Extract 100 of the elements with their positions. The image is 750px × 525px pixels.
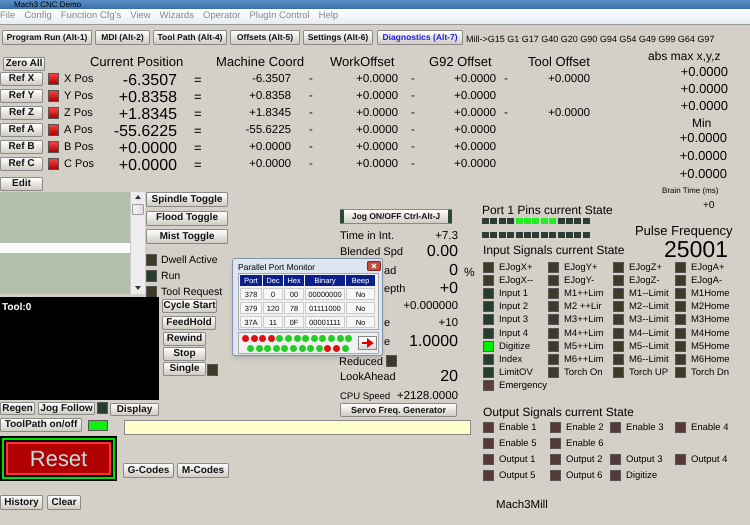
mcodes-button[interactable]: M-Codes xyxy=(177,463,229,478)
minus-sign: - xyxy=(309,140,313,154)
column-header: Current Position xyxy=(90,53,184,71)
servo-generator-button[interactable]: Servo Freq. Generator xyxy=(340,403,457,417)
arrow-button[interactable] xyxy=(358,336,377,350)
section-title: Output Signals current State xyxy=(483,404,634,421)
zero-all-button[interactable]: Zero All xyxy=(3,57,45,71)
run-button[interactable]: Single xyxy=(163,362,206,376)
input-label: M3Home xyxy=(691,314,730,326)
g92-offset-value: +0.0000 xyxy=(454,157,496,171)
output-led xyxy=(483,438,494,449)
mdi-input-field[interactable] xyxy=(124,420,471,435)
ref-button[interactable]: Ref Y xyxy=(0,89,43,103)
input-label: Input 2 xyxy=(499,301,528,314)
toolpath-button[interactable]: ToolPath on/off xyxy=(0,418,82,432)
status-label: Tool Request xyxy=(161,286,222,299)
tab[interactable]: Offsets (Alt-5) xyxy=(230,30,300,45)
output-label: Output 2 xyxy=(566,454,602,466)
minus-sign: - xyxy=(411,157,415,171)
output-led xyxy=(675,422,686,433)
work-offset-value: +0.0000 xyxy=(356,123,398,137)
clear-button[interactable]: Clear xyxy=(47,495,81,510)
output-label: Output 6 xyxy=(566,470,602,482)
ref-button[interactable]: Ref Z xyxy=(0,106,43,120)
minus-sign: - xyxy=(309,123,313,137)
output-label: Enable 3 xyxy=(626,422,664,434)
regen-button[interactable]: Regen xyxy=(0,402,35,415)
output-label: Digitize xyxy=(626,470,658,482)
g92-offset-value: +0.0000 xyxy=(454,106,496,120)
stat-value: +0 xyxy=(440,280,458,297)
toggle-button[interactable]: Spindle Toggle xyxy=(146,192,228,207)
output-label: Output 4 xyxy=(691,454,728,466)
single-led xyxy=(207,364,218,376)
stat-label: Time in Int. xyxy=(340,230,394,243)
ref-button[interactable]: Ref C xyxy=(0,157,43,171)
input-label: Index xyxy=(499,354,522,366)
input-label: EJogY+ xyxy=(564,262,598,274)
axis-label: A Pos xyxy=(64,123,93,137)
history-button[interactable]: History xyxy=(0,495,43,510)
scroll-down-icon[interactable] xyxy=(135,286,141,290)
jog-toggle-button[interactable]: Jog ON/OFF Ctrl-Alt-J xyxy=(340,209,452,224)
reduced-led xyxy=(386,355,397,367)
stat-label: Reduced xyxy=(339,356,384,369)
current-position-value: +1.8345 xyxy=(118,106,177,123)
led-indicator xyxy=(48,141,59,153)
tab[interactable]: Settings (Alt-6) xyxy=(303,30,373,45)
scroll-up-icon[interactable] xyxy=(135,195,141,199)
jog-follow-button[interactable]: Jog Follow xyxy=(38,402,95,415)
tab[interactable]: MDI (Alt-2) xyxy=(95,30,150,45)
stat-label: LookAhead xyxy=(340,371,396,384)
input-label: M4Home xyxy=(691,328,730,340)
min-value: +0.0000 xyxy=(680,130,727,145)
input-label: EJogY- xyxy=(564,275,594,288)
close-button[interactable] xyxy=(367,261,381,271)
display-button[interactable]: Display xyxy=(110,403,159,416)
min-value: +0.0000 xyxy=(680,148,727,163)
scrollbar-thumb[interactable] xyxy=(132,204,144,215)
run-button[interactable]: Cycle Start xyxy=(162,299,217,313)
min-label: Min xyxy=(692,115,712,132)
equals-sign: = xyxy=(194,123,202,138)
gcodes-button[interactable]: G-Codes xyxy=(123,463,174,478)
jog-follow-led xyxy=(97,402,108,414)
edit-button[interactable]: Edit xyxy=(0,177,43,191)
toggle-button[interactable]: Mist Toggle xyxy=(146,229,228,244)
output-label: Enable 6 xyxy=(566,438,604,450)
minus-sign: - xyxy=(309,89,313,103)
brain-time-label: Brain Time (ms) xyxy=(662,185,718,197)
run-button[interactable]: Rewind xyxy=(163,332,206,346)
stat-value: 20 xyxy=(440,368,458,385)
led-indicator xyxy=(48,124,59,136)
input-label: M6++Lim xyxy=(564,354,604,366)
ref-button[interactable]: Ref B xyxy=(0,140,43,154)
tool-offset-value: +0.0000 xyxy=(548,72,590,86)
max-value: +0.0000 xyxy=(680,64,728,79)
input-label: M5--Limit xyxy=(629,340,669,353)
output-led xyxy=(675,454,686,465)
tab[interactable]: Program Run (Alt-1) xyxy=(2,30,92,45)
current-position-value: +0.0000 xyxy=(118,157,177,174)
profile-name: Mach3Mill xyxy=(496,498,548,513)
output-label: Enable 4 xyxy=(691,422,729,434)
scrollbar[interactable] xyxy=(130,192,145,294)
run-button[interactable]: FeedHold xyxy=(162,316,216,330)
minus-sign: - xyxy=(411,123,415,137)
minus-sign: - xyxy=(411,72,415,86)
pulse-frequency-label: Pulse Frequency xyxy=(635,222,733,240)
reset-button[interactable]: Reset xyxy=(6,442,111,475)
input-label: Torch UP xyxy=(629,366,668,379)
stat-value: +0.000000 xyxy=(403,299,458,313)
ref-button[interactable]: Ref X xyxy=(0,72,43,86)
machine-coord-value: +0.0000 xyxy=(249,140,291,154)
max-value: +0.0000 xyxy=(680,98,728,113)
tab[interactable]: Tool Path (Alt-4) xyxy=(153,30,227,45)
ref-button[interactable]: Ref A xyxy=(0,123,43,137)
g92-offset-value: +0.0000 xyxy=(454,123,496,137)
run-button[interactable]: Stop xyxy=(163,347,206,361)
output-led xyxy=(483,422,494,433)
status-label: Run xyxy=(161,270,180,283)
output-label: Enable 5 xyxy=(499,438,537,450)
tab[interactable]: Diagnostics (Alt-7) xyxy=(377,30,463,45)
toggle-button[interactable]: Flood Toggle xyxy=(146,210,228,226)
